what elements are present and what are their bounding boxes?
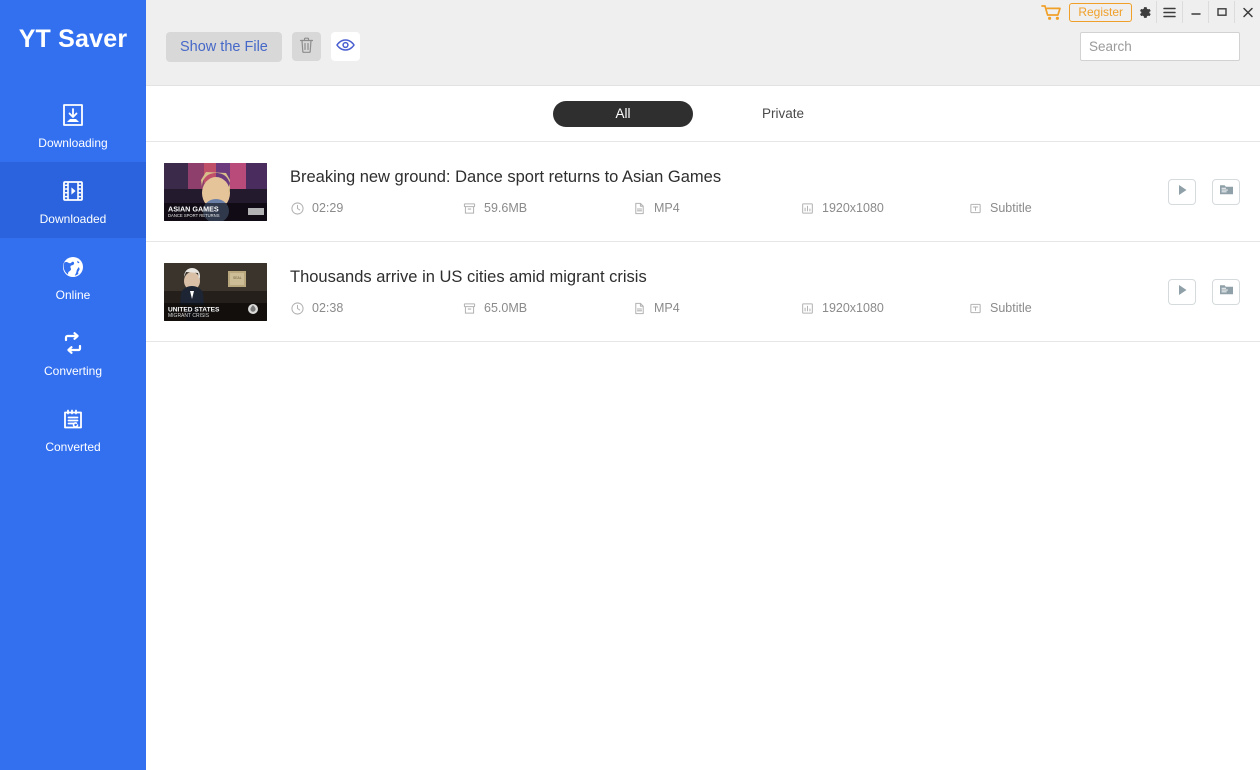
convert-arrows-icon [58,328,88,358]
subtitle-icon [968,301,982,315]
preview-button[interactable] [330,32,360,61]
search-input[interactable] [1080,32,1240,61]
sidebar-item-label: Downloaded [39,211,107,226]
eye-icon [335,38,355,55]
search-box [1080,32,1240,61]
video-title: Thousands arrive in US cities amid migra… [290,268,647,286]
clock-icon [290,201,304,215]
minimize-button[interactable] [1182,1,1208,23]
meta-value: 1920x1080 [822,301,884,315]
meta-resolution: 1920x1080 [800,301,968,315]
video-thumbnail[interactable]: SEAL UNITED STATES MIGRANT CRISIS [164,262,267,321]
hamburger-icon[interactable] [1156,1,1182,23]
tab-all[interactable]: All [553,100,693,127]
play-icon [1177,283,1188,301]
downloaded-list: ASIAN GAMES DANCE SPORT RETURNS Breaking… [146,142,1260,770]
play-button[interactable] [1168,178,1196,205]
resolution-icon [800,301,814,315]
maximize-button[interactable] [1208,1,1234,23]
meta-duration: 02:38 [290,301,462,315]
meta-value: 65.0MB [484,301,528,315]
resolution-icon [800,201,814,215]
row-content: Breaking new ground: Dance sport returns… [267,168,1154,215]
subtitle-icon [968,201,982,215]
video-meta: 02:38 65.0MB MP4 1920x1080 Subtitle [290,301,1154,315]
trash-icon [299,37,314,57]
app-logo: YT Saver [0,0,146,86]
close-button[interactable] [1234,1,1260,23]
sidebar-item-label: Converting [43,363,103,378]
meta-value: 02:38 [312,301,344,315]
meta-format: MP4 [632,301,800,315]
meta-value: Subtitle [990,201,1032,215]
row-actions [1154,178,1240,205]
sidebar-item-online[interactable]: Online [0,238,146,314]
sidebar-item-converted[interactable]: Converted [0,390,146,466]
meta-value: Subtitle [990,301,1032,315]
file-icon [632,301,646,315]
meta-subtitle: Subtitle [968,301,1032,315]
video-meta: 02:29 59.6MB MP4 1920x1080 Subtitle [290,201,1154,215]
archive-icon [462,301,476,315]
app-window: YT Saver Downloading Downloaded Online C… [0,0,1260,770]
tab-private[interactable]: Private [713,101,853,127]
video-title: Breaking new ground: Dance sport returns… [290,168,722,186]
main-area: Register Show the File Search All Privat… [146,0,1260,770]
table-row[interactable]: SEAL UNITED STATES MIGRANT CRISIS Thousa… [146,242,1260,342]
table-row[interactable]: ASIAN GAMES DANCE SPORT RETURNS Breaking… [146,142,1260,242]
sidebar-item-converting[interactable]: Converting [0,314,146,390]
gear-icon[interactable] [1132,1,1156,23]
folder-icon [1219,283,1234,301]
register-button[interactable]: Register [1069,2,1132,22]
show-the-file-button[interactable]: Show the File [166,31,282,62]
play-icon [1177,183,1188,201]
toolbar-actions: Show the File [166,31,360,62]
svg-text:MIGRANT CRISIS: MIGRANT CRISIS [168,313,210,319]
delete-button[interactable] [291,32,321,61]
meta-value: 02:29 [312,201,344,215]
meta-subtitle: Subtitle [968,201,1032,215]
row-actions [1154,278,1240,305]
video-thumbnail[interactable]: ASIAN GAMES DANCE SPORT RETURNS [164,162,267,221]
title-bar: Register [146,0,1260,24]
play-button[interactable] [1168,278,1196,305]
sidebar-item-downloading[interactable]: Downloading [0,86,146,162]
meta-duration: 02:29 [290,201,462,215]
clock-icon [290,301,304,315]
meta-value: MP4 [654,201,680,215]
open-folder-button[interactable] [1212,178,1240,205]
meta-value: 59.6MB [484,201,528,215]
open-folder-button[interactable] [1212,278,1240,305]
globe-icon [58,252,88,282]
sidebar-item-label: Converted [45,439,101,454]
app-brand-name: YT Saver [18,24,128,53]
sidebar-item-label: Downloading [38,135,108,150]
sidebar: YT Saver Downloading Downloaded Online C… [0,0,146,770]
meta-value: MP4 [654,301,680,315]
folder-icon [1219,183,1234,201]
svg-text:SEAL: SEAL [233,276,242,280]
sidebar-item-downloaded[interactable]: Downloaded [0,162,146,238]
download-box-icon [58,100,88,130]
meta-filesize: 59.6MB [462,201,632,215]
meta-format: MP4 [632,201,800,215]
file-icon [632,201,646,215]
archive-icon [462,201,476,215]
cart-icon[interactable] [1037,1,1067,23]
tabs-bar: All Private [146,86,1260,142]
film-play-icon [58,176,88,206]
meta-value: 1920x1080 [822,201,884,215]
meta-resolution: 1920x1080 [800,201,968,215]
row-content: Thousands arrive in US cities amid migra… [267,268,1154,315]
clipboard-refresh-icon [58,404,88,434]
sidebar-item-label: Online [55,287,91,302]
meta-filesize: 65.0MB [462,301,632,315]
svg-text:DANCE SPORT RETURNS: DANCE SPORT RETURNS [168,213,220,218]
